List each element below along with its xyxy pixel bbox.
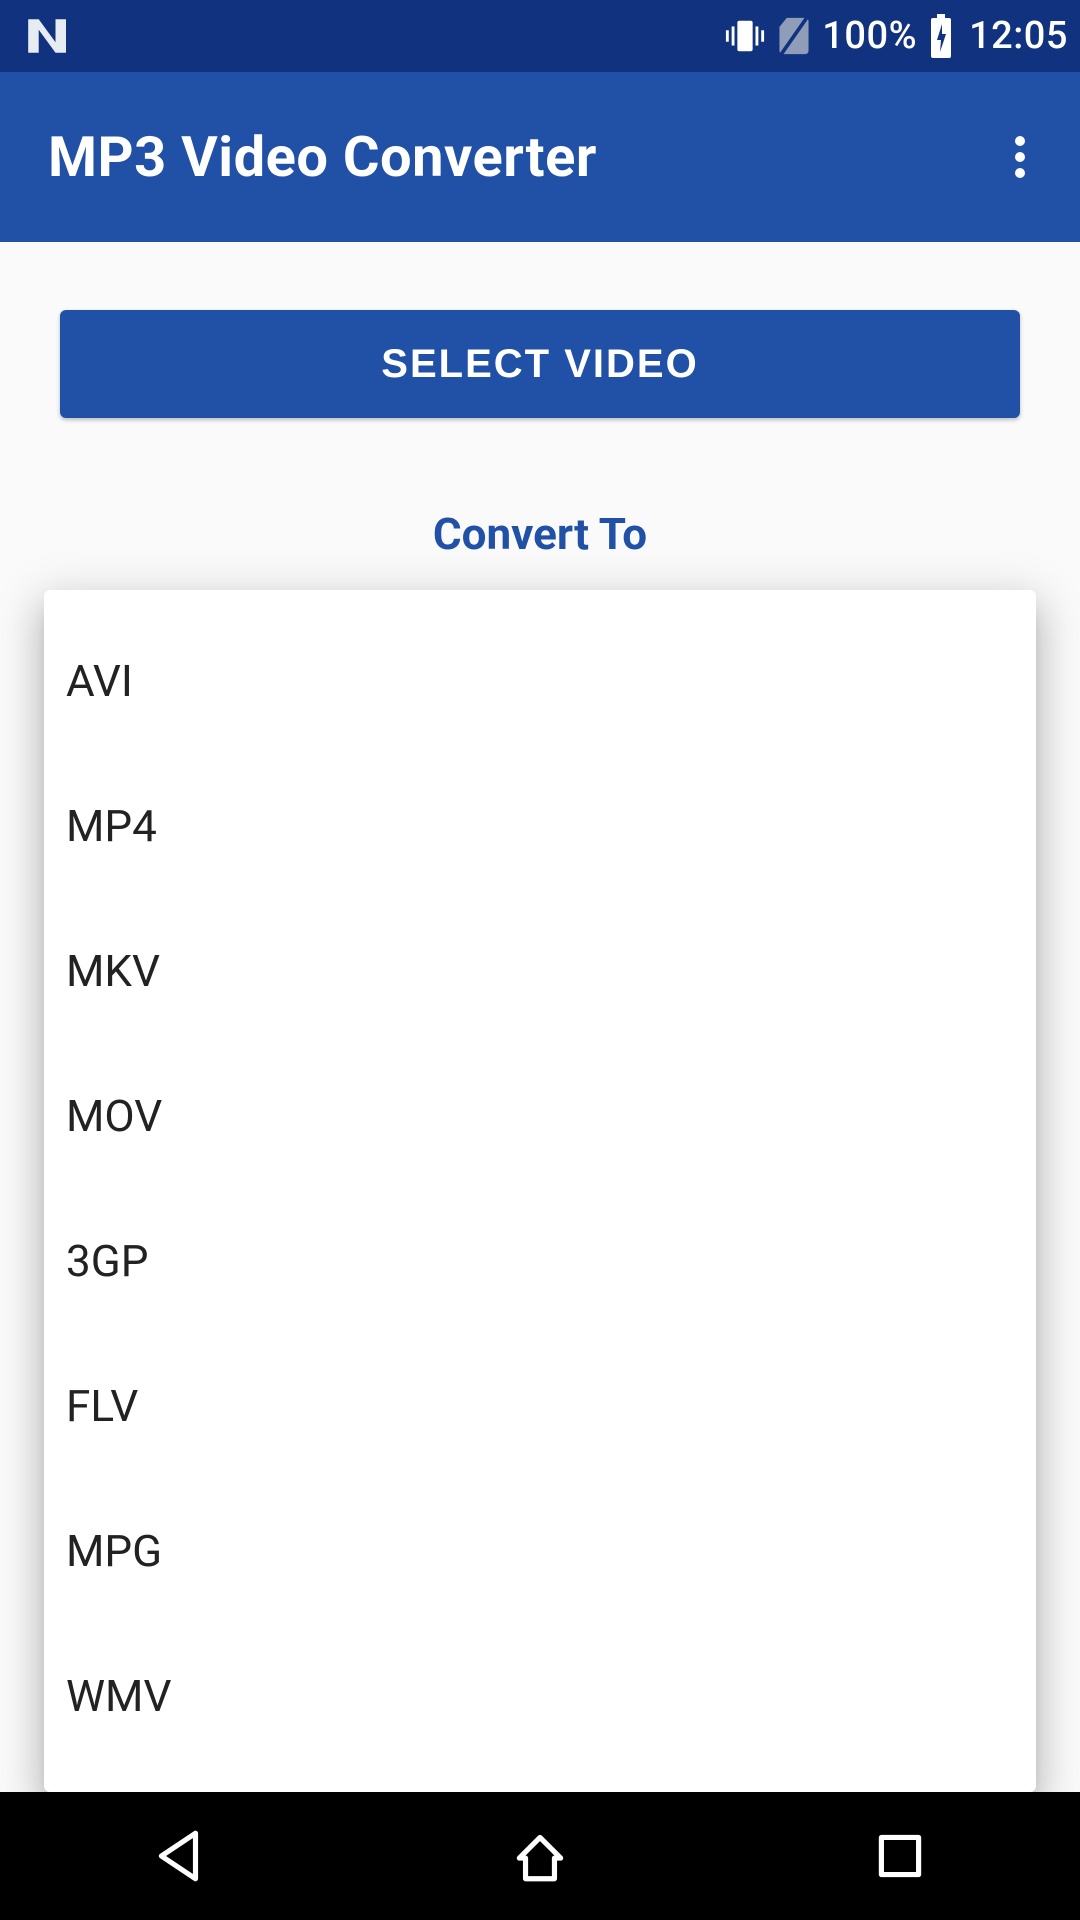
android-n-logo-icon	[24, 15, 66, 57]
home-icon	[509, 1825, 571, 1887]
battery-percent-label: 100%	[822, 14, 917, 58]
battery-charging-icon	[927, 14, 955, 58]
back-icon	[149, 1825, 211, 1887]
no-sim-icon	[776, 16, 812, 56]
format-picker-dialog: AVI MP4 MKV MOV 3GP FLV MPG WMV	[44, 590, 1036, 1792]
recents-icon	[869, 1825, 931, 1887]
format-option[interactable]: MPG	[66, 1478, 1014, 1623]
status-bar: 100% 12:05	[0, 0, 1080, 72]
app-bar: MP3 Video Converter	[0, 72, 1080, 242]
nav-home-button[interactable]	[415, 1792, 665, 1920]
format-option[interactable]: FLV	[66, 1333, 1014, 1478]
format-option[interactable]: MKV	[66, 898, 1014, 1043]
nav-recents-button[interactable]	[775, 1792, 1025, 1920]
app-title: MP3 Video Converter	[48, 124, 597, 190]
overflow-menu-button[interactable]	[988, 125, 1052, 189]
format-option[interactable]: 3GP	[66, 1188, 1014, 1333]
status-bar-left	[24, 15, 66, 57]
format-option[interactable]: WMV	[66, 1623, 1014, 1768]
format-list: AVI MP4 MKV MOV 3GP FLV MPG WMV	[44, 590, 1036, 1768]
format-option[interactable]: AVI	[66, 608, 1014, 753]
clock-label: 12:05	[969, 14, 1068, 58]
convert-to-label: Convert To	[60, 508, 1020, 560]
system-nav-bar	[0, 1792, 1080, 1920]
nav-back-button[interactable]	[55, 1792, 305, 1920]
more-vert-icon	[1014, 135, 1026, 179]
status-bar-right: 100% 12:05	[724, 14, 1068, 58]
select-video-button[interactable]: SELECT VIDEO	[60, 310, 1020, 418]
format-option[interactable]: MOV	[66, 1043, 1014, 1188]
vibrate-icon	[724, 15, 766, 57]
format-option[interactable]: MP4	[66, 753, 1014, 898]
